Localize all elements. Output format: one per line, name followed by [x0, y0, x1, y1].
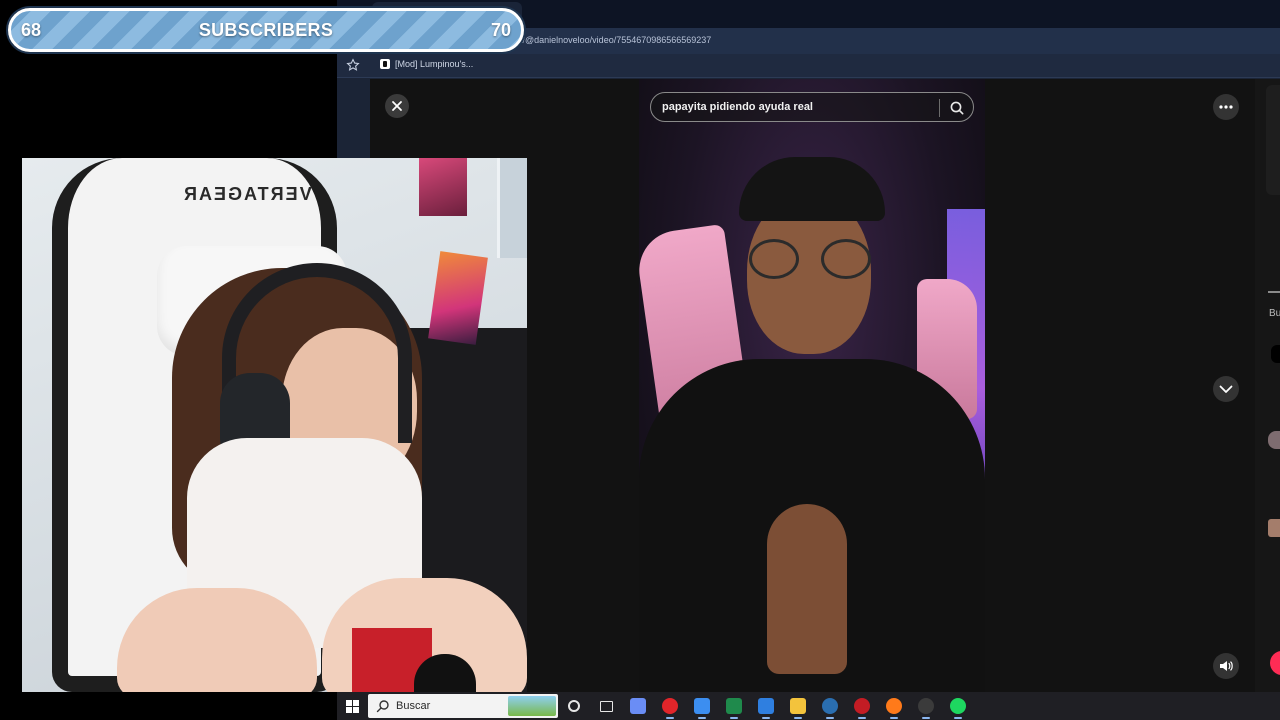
avatar[interactable]	[1268, 519, 1280, 537]
copilot-icon	[630, 698, 646, 714]
cortana-icon	[568, 700, 580, 712]
red-app-icon	[854, 698, 870, 714]
task-view-taskbar-button[interactable]	[590, 692, 622, 720]
excel-icon	[726, 698, 742, 714]
outlook-icon	[758, 698, 774, 714]
bookmark-label: [Mod] Lumpinou's...	[395, 59, 474, 69]
spotify-taskbar-button[interactable]	[942, 692, 974, 720]
windows-icon	[345, 699, 359, 713]
more-dots-icon	[1219, 105, 1233, 109]
subscriber-goal-bar: 68 SUBSCRIBERS 70	[8, 8, 524, 52]
bookmark-item[interactable]: [Mod] Lumpinou's...	[380, 59, 473, 69]
search-icon[interactable]	[949, 100, 965, 116]
start-button[interactable]	[337, 692, 367, 720]
goal-label: SUBSCRIBERS	[198, 19, 334, 40]
panel-text: Bu	[1269, 308, 1280, 319]
opera-icon	[662, 698, 678, 714]
goal-current: 68	[21, 19, 42, 40]
star-icon[interactable]	[346, 58, 360, 72]
search-icon	[376, 700, 389, 713]
excel-taskbar-button[interactable]	[718, 692, 750, 720]
opera-taskbar-button[interactable]	[654, 692, 686, 720]
praying-hands	[767, 504, 847, 674]
obs-icon	[918, 698, 934, 714]
goal-target: 70	[490, 19, 511, 40]
chair-logo: VERTAGEAR	[182, 184, 312, 204]
file-explorer-taskbar-button[interactable]	[782, 692, 814, 720]
chevron-down-icon	[1219, 385, 1233, 393]
spotify-icon	[950, 698, 966, 714]
outlook-taskbar-button[interactable]	[750, 692, 782, 720]
store-icon	[694, 698, 710, 714]
taskbar: Buscar	[337, 692, 1280, 720]
close-button[interactable]	[385, 94, 409, 118]
glasses-right	[821, 239, 871, 279]
copilot-taskbar-button[interactable]	[622, 692, 654, 720]
store-taskbar-button[interactable]	[686, 692, 718, 720]
video-player[interactable]	[639, 79, 985, 692]
firefox-taskbar-button[interactable]	[878, 692, 910, 720]
close-icon	[392, 101, 402, 111]
wall-poster	[419, 158, 467, 216]
comments-panel: Bu	[1255, 79, 1280, 692]
search-bar[interactable]: papayita pidiendo ayuda real	[650, 92, 974, 122]
steam-taskbar-button[interactable]	[814, 692, 846, 720]
volume-button[interactable]	[1213, 653, 1239, 679]
next-video-button[interactable]	[1213, 376, 1239, 402]
search-divider	[939, 99, 940, 117]
obs-taskbar-button[interactable]	[910, 692, 942, 720]
taskbar-search-label: Buscar	[396, 700, 431, 712]
address-url[interactable]: .com/@danielnoveloo/video/75546709865665…	[503, 35, 711, 45]
speaker-icon	[1220, 661, 1233, 671]
search-highlight-image	[508, 696, 556, 716]
glasses-left	[749, 239, 799, 279]
panel-toggle[interactable]	[1271, 345, 1280, 363]
person-cap	[739, 157, 885, 221]
video-info-card	[1266, 85, 1280, 195]
panel-separator	[1268, 291, 1280, 293]
task-view-icon	[599, 700, 613, 712]
search-input[interactable]: papayita pidiendo ayuda real	[662, 101, 813, 113]
cortana-taskbar-button[interactable]	[558, 692, 590, 720]
post-comment-button[interactable]	[1270, 651, 1280, 675]
steam-icon	[822, 698, 838, 714]
webcam-overlay: VERTAGEAR	[22, 158, 527, 692]
more-options-button[interactable]	[1213, 94, 1239, 120]
window	[497, 158, 527, 258]
file-explorer-icon	[790, 698, 806, 714]
red-app-taskbar-button[interactable]	[846, 692, 878, 720]
taskbar-apps	[558, 692, 974, 720]
taskbar-search[interactable]: Buscar	[368, 694, 558, 718]
screen: .com/@danielnoveloo/video/75546709865665…	[0, 0, 1280, 720]
firefox-icon	[886, 698, 902, 714]
bookmarks-bar: [Mod] Lumpinou's...	[337, 54, 1280, 78]
avatar[interactable]	[1268, 431, 1280, 449]
tiktok-favicon-icon	[380, 59, 390, 69]
